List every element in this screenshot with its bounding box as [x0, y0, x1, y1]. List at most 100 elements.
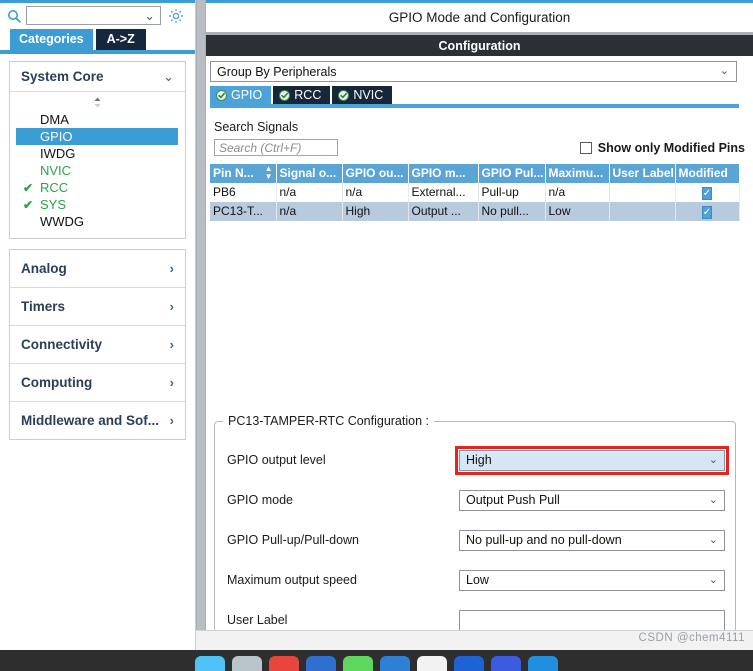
input-user-label[interactable] — [459, 609, 725, 631]
select-gpio-pull[interactable]: No pull-up and no pull-down ⌄ — [459, 529, 725, 551]
sidebar: ⌄ Categories A->Z System Core ⌄ DMA GPIO… — [0, 0, 196, 671]
sidebar-item-gpio[interactable]: GPIO — [16, 128, 178, 145]
tab-gpio-label: GPIO — [231, 88, 263, 102]
field-row-gpio-mode: GPIO mode Output Push Pull ⌄ — [227, 489, 725, 511]
tab-categories[interactable]: Categories — [10, 29, 93, 50]
cell-max-speed: n/a — [545, 183, 610, 202]
cell-signal: n/a — [276, 183, 343, 202]
select-gpio-mode[interactable]: Output Push Pull ⌄ — [459, 489, 725, 511]
table-row[interactable]: PC13-T... n/a High Output ... No pull...… — [210, 202, 740, 221]
gear-icon[interactable] — [161, 8, 191, 24]
check-circle-icon — [279, 89, 291, 101]
tab-gpio[interactable]: GPIO — [210, 86, 272, 104]
sidebar-item-label: NVIC — [40, 163, 72, 178]
search-icon[interactable] — [2, 9, 26, 23]
sidebar-category-label: Timers — [21, 299, 66, 314]
cubemx-window: ⌄ Categories A->Z System Core ⌄ DMA GPIO… — [0, 0, 753, 671]
sidebar-item-wwdg[interactable]: WWDG — [10, 213, 185, 230]
col-header-modified[interactable]: Modified — [675, 164, 739, 183]
chevron-right-icon[interactable]: › — [170, 338, 174, 351]
check-icon: ✔ — [23, 197, 34, 212]
tab-rcc[interactable]: RCC — [273, 86, 331, 104]
check-circle-icon — [338, 89, 350, 101]
sidebar-item-iwdg[interactable]: IWDG — [10, 145, 185, 162]
cell-output-level: High — [342, 202, 409, 221]
peripheral-tabs: GPIO RCC NVIC — [206, 86, 753, 104]
configuration-bar: Configuration — [206, 35, 753, 56]
cell-modified[interactable]: ✓ — [675, 202, 740, 221]
show-modified-pins-checkbox[interactable] — [579, 141, 592, 154]
category-system-core-label: System Core — [21, 69, 104, 84]
chevron-down-icon[interactable]: ⌄ — [144, 9, 155, 22]
select-max-output-speed-value: Low — [466, 573, 489, 587]
sidebar-category-timers[interactable]: Timers › — [10, 287, 185, 325]
sidebar-item-nvic[interactable]: NVIC — [10, 162, 185, 179]
category-system-core-header[interactable]: System Core ⌄ — [10, 62, 185, 92]
sidebar-item-label: WWDG — [40, 214, 85, 229]
pin-table: Pin N... ▲ ▼ Signal o... GPIO ou... GPIO … — [210, 164, 740, 221]
main-panel: GPIO Mode and Configuration Configuratio… — [206, 0, 753, 671]
search-signals-input[interactable]: Search (Ctrl+F) — [214, 139, 338, 156]
col-header-maximum-speed[interactable]: Maximu... — [545, 164, 610, 183]
label-user-label: User Label — [227, 613, 288, 627]
label-gpio-output-level: GPIO output level — [227, 453, 326, 467]
chevron-right-icon[interactable]: › — [170, 262, 174, 275]
show-modified-pins-row[interactable]: Show only Modified Pins — [579, 141, 745, 155]
chevron-down-icon[interactable]: ⌄ — [709, 494, 718, 506]
sidebar-toolbar: ⌄ — [0, 0, 195, 28]
group-by-select-value: Group By Peripherals — [217, 64, 337, 79]
table-row[interactable]: PB6 n/a n/a External... Pull-up n/a ✓ — [210, 183, 740, 202]
chevron-down-icon[interactable]: ⌄ — [709, 574, 718, 586]
col-header-pin-name[interactable]: Pin N... ▲ ▼ — [210, 164, 277, 183]
cell-gpio-pull: No pull... — [478, 202, 546, 221]
label-gpio-mode: GPIO mode — [227, 493, 293, 507]
chevron-down-icon[interactable]: ⌄ — [709, 534, 718, 546]
select-max-output-speed[interactable]: Low ⌄ — [459, 569, 725, 591]
cell-signal: n/a — [276, 202, 343, 221]
cell-gpio-mode: Output ... — [408, 202, 479, 221]
chevron-down-icon[interactable]: ⌄ — [720, 66, 729, 77]
col-header-user-label[interactable]: User Label — [609, 164, 676, 183]
col-header-signal-on-pin[interactable]: Signal o... — [276, 164, 343, 183]
field-row-max-output-speed: Maximum output speed Low ⌄ — [227, 569, 725, 591]
sidebar-category-label: Computing — [21, 375, 93, 390]
page-title: GPIO Mode and Configuration — [206, 3, 753, 35]
checkbox-checked-icon[interactable]: ✓ — [701, 187, 713, 200]
chevron-down-icon[interactable]: ⌄ — [709, 454, 718, 466]
cell-pin-name: PB6 — [210, 183, 277, 202]
panel-splitter[interactable] — [196, 0, 206, 671]
sidebar-item-rcc[interactable]: ✔ RCC — [10, 179, 185, 196]
list-scroll-nub[interactable] — [10, 92, 185, 111]
select-gpio-mode-value: Output Push Pull — [466, 493, 560, 507]
check-circle-icon — [216, 89, 227, 101]
col-header-pin-name-label: Pin N... — [213, 166, 254, 180]
col-header-gpio-pull[interactable]: GPIO Pul... — [478, 164, 546, 183]
sidebar-category-middleware[interactable]: Middleware and Sof... › — [10, 401, 185, 439]
sidebar-category-connectivity[interactable]: Connectivity › — [10, 325, 185, 363]
tab-a-to-z[interactable]: A->Z — [95, 29, 146, 50]
checkbox-checked-icon[interactable]: ✓ — [701, 206, 713, 219]
sidebar-item-sys[interactable]: ✔ SYS — [10, 196, 185, 213]
chevron-down-icon[interactable]: ⌄ — [163, 70, 174, 83]
sidebar-category-label: Analog — [21, 261, 67, 276]
cell-modified[interactable]: ✓ — [675, 183, 740, 202]
cell-gpio-mode: External... — [408, 183, 479, 202]
chevron-right-icon[interactable]: › — [170, 300, 174, 313]
tab-nvic[interactable]: NVIC — [332, 86, 393, 104]
group-by-select[interactable]: Group By Peripherals ⌄ — [210, 61, 737, 82]
cell-max-speed: Low — [545, 202, 610, 221]
sort-arrow-icon[interactable]: ▲ ▼ — [265, 165, 273, 181]
select-gpio-output-level[interactable]: High ⌄ — [455, 445, 729, 475]
sidebar-category-analog[interactable]: Analog › — [10, 250, 185, 287]
search-input[interactable]: ⌄ — [26, 6, 161, 25]
chevron-right-icon[interactable]: › — [170, 414, 174, 427]
col-header-gpio-mode[interactable]: GPIO m... — [408, 164, 479, 183]
cell-pin-name: PC13-T... — [210, 202, 277, 221]
sidebar-item-dma[interactable]: DMA — [10, 111, 185, 128]
sidebar-category-computing[interactable]: Computing › — [10, 363, 185, 401]
col-header-gpio-output-level[interactable]: GPIO ou... — [342, 164, 409, 183]
cell-user-label — [609, 183, 676, 202]
sidebar-tabs: Categories A->Z — [0, 28, 195, 50]
chevron-right-icon[interactable]: › — [170, 376, 174, 389]
group-select-wrap: Group By Peripherals ⌄ — [206, 56, 753, 82]
